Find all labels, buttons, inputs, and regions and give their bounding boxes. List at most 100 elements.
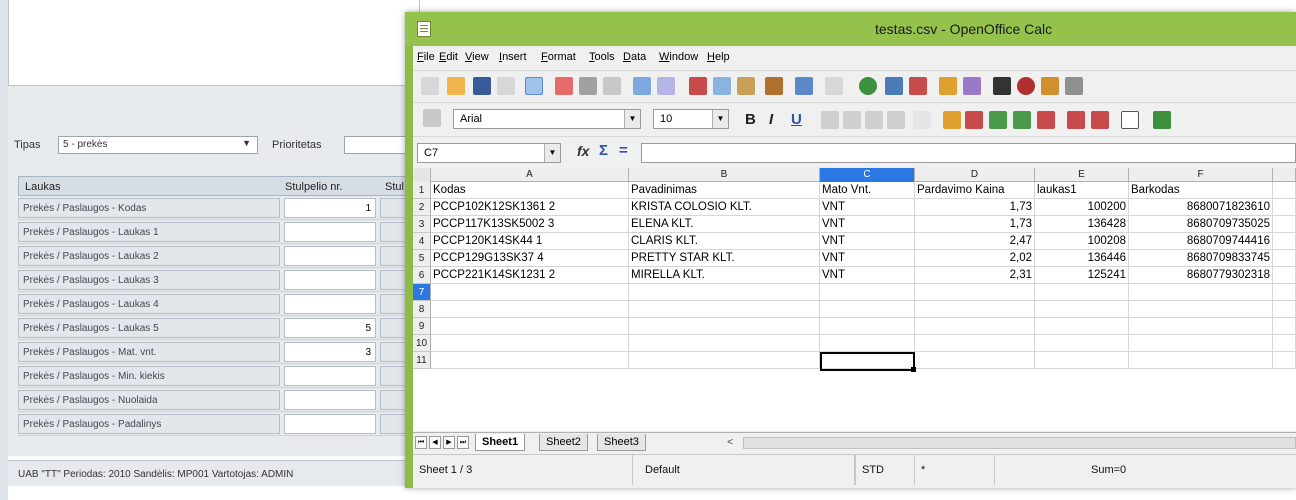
sheet-tab-sheet1[interactable]: Sheet1 [475,434,526,451]
cell[interactable] [820,335,915,352]
cell[interactable]: PCCP221K14SK1231 2 [431,267,629,284]
mapping-column-number-input[interactable]: 5 [284,318,376,338]
row-header[interactable]: 7 [413,284,431,301]
cell[interactable]: 125241 [1035,267,1129,284]
cell[interactable] [1273,182,1296,199]
cell[interactable] [1129,335,1273,352]
row-header[interactable]: 4 [413,233,431,250]
cell[interactable] [820,284,915,301]
cell[interactable] [1129,284,1273,301]
row-header[interactable]: 8 [413,301,431,318]
align-left-icon[interactable] [821,111,839,129]
cell[interactable]: KRISTA COLOSIO KLT. [629,199,820,216]
cell[interactable]: VNT [820,216,915,233]
cell[interactable] [1035,301,1129,318]
print-icon[interactable] [579,77,597,95]
name-box[interactable]: C7 ▼ [417,143,561,163]
cell[interactable] [1273,216,1296,233]
spellcheck-icon[interactable] [633,77,651,95]
cell[interactable] [431,352,629,369]
cell[interactable]: laukas1 [1035,182,1129,199]
autospellcheck-icon[interactable] [657,77,675,95]
menu-item[interactable]: Help [707,51,730,63]
menu-item[interactable]: Format [541,51,576,63]
cell[interactable] [1273,250,1296,267]
cell[interactable]: 2,31 [915,267,1035,284]
formula-input[interactable] [641,143,1296,163]
cell[interactable]: 100208 [1035,233,1129,250]
cut-icon[interactable] [689,77,707,95]
cell[interactable] [1273,267,1296,284]
cell[interactable]: MIRELLA KLT. [629,267,820,284]
cell[interactable] [915,318,1035,335]
standard-format-icon[interactable] [989,111,1007,129]
underline-button[interactable]: U [791,111,802,128]
save-icon[interactable] [473,77,491,95]
font-name-box[interactable]: Arial ▼ [453,109,641,129]
cell[interactable]: Barkodas [1129,182,1273,199]
clone-format-icon[interactable] [765,77,783,95]
menu-item[interactable]: Insert [499,51,527,63]
cell[interactable] [1273,318,1296,335]
cell[interactable] [915,284,1035,301]
cell[interactable] [1273,301,1296,318]
mapping-column-number-input[interactable] [284,246,376,266]
cell[interactable]: Pavadinimas [629,182,820,199]
cell[interactable]: PCCP120K14SK44 1 [431,233,629,250]
row-header[interactable]: 6 [413,267,431,284]
title-bar[interactable]: testas.csv - OpenOffice Calc [405,12,1296,46]
row-header[interactable]: 11 [413,352,431,369]
cell[interactable]: 8680709735025 [1129,216,1273,233]
cell[interactable] [1273,284,1296,301]
percent-format-icon[interactable] [965,111,983,129]
cell[interactable]: 8680709833745 [1129,250,1273,267]
calc-app-icon[interactable] [417,21,431,37]
function-button[interactable]: = [619,142,628,159]
mapping-column-number-input[interactable] [284,222,376,242]
horizontal-scrollbar[interactable] [743,437,1296,449]
cell[interactable] [820,318,915,335]
font-size-box[interactable]: 10 ▼ [653,109,729,129]
mapping-column-number-input[interactable] [284,366,376,386]
sheet-nav-button[interactable]: ⏮ [415,436,427,449]
open-folder-icon[interactable] [447,77,465,95]
background-color-icon[interactable] [1153,111,1171,129]
menu-item[interactable]: File [417,51,435,63]
merge-cells-icon[interactable] [913,111,931,129]
cell[interactable]: PCCP117K13SK5002 3 [431,216,629,233]
cell[interactable] [1129,318,1273,335]
cell[interactable]: VNT [820,199,915,216]
column-header[interactable]: F [1129,168,1273,182]
justify-icon[interactable] [887,111,905,129]
sheet-nav-button[interactable]: ▶ [443,436,455,449]
row-header[interactable]: 10 [413,335,431,352]
menu-item[interactable]: View [465,51,489,63]
column-header-partial[interactable] [1273,168,1296,182]
cell[interactable] [915,335,1035,352]
export-pdf-icon[interactable] [555,77,573,95]
menu-item[interactable]: Edit [439,51,458,63]
column-header[interactable]: C [820,168,915,182]
column-header[interactable]: A [431,168,629,182]
mapping-column-number-input[interactable] [284,294,376,314]
cell[interactable]: Pardavimo Kaina [915,182,1035,199]
cell[interactable] [1273,335,1296,352]
cell[interactable] [629,318,820,335]
cell[interactable] [1129,301,1273,318]
delete-decimal-icon[interactable] [1037,111,1055,129]
gallery-icon[interactable] [1041,77,1059,95]
borders-icon[interactable] [1121,111,1139,129]
cell[interactable]: 2,47 [915,233,1035,250]
sum-button[interactable]: Σ [599,142,608,159]
sheet-tab-sheet3[interactable]: Sheet3 [597,434,646,451]
menu-item[interactable]: Window [659,51,698,63]
decrease-indent-icon[interactable] [1067,111,1085,129]
cell[interactable] [820,301,915,318]
navigator-icon[interactable] [1017,77,1035,95]
cell[interactable]: PCCP102K12SK1361 2 [431,199,629,216]
cell[interactable] [1035,284,1129,301]
cell[interactable]: ELENA KLT. [629,216,820,233]
column-header[interactable]: D [915,168,1035,182]
cell[interactable]: VNT [820,267,915,284]
tipas-select[interactable]: 5 - prekės ▼ [58,136,258,154]
